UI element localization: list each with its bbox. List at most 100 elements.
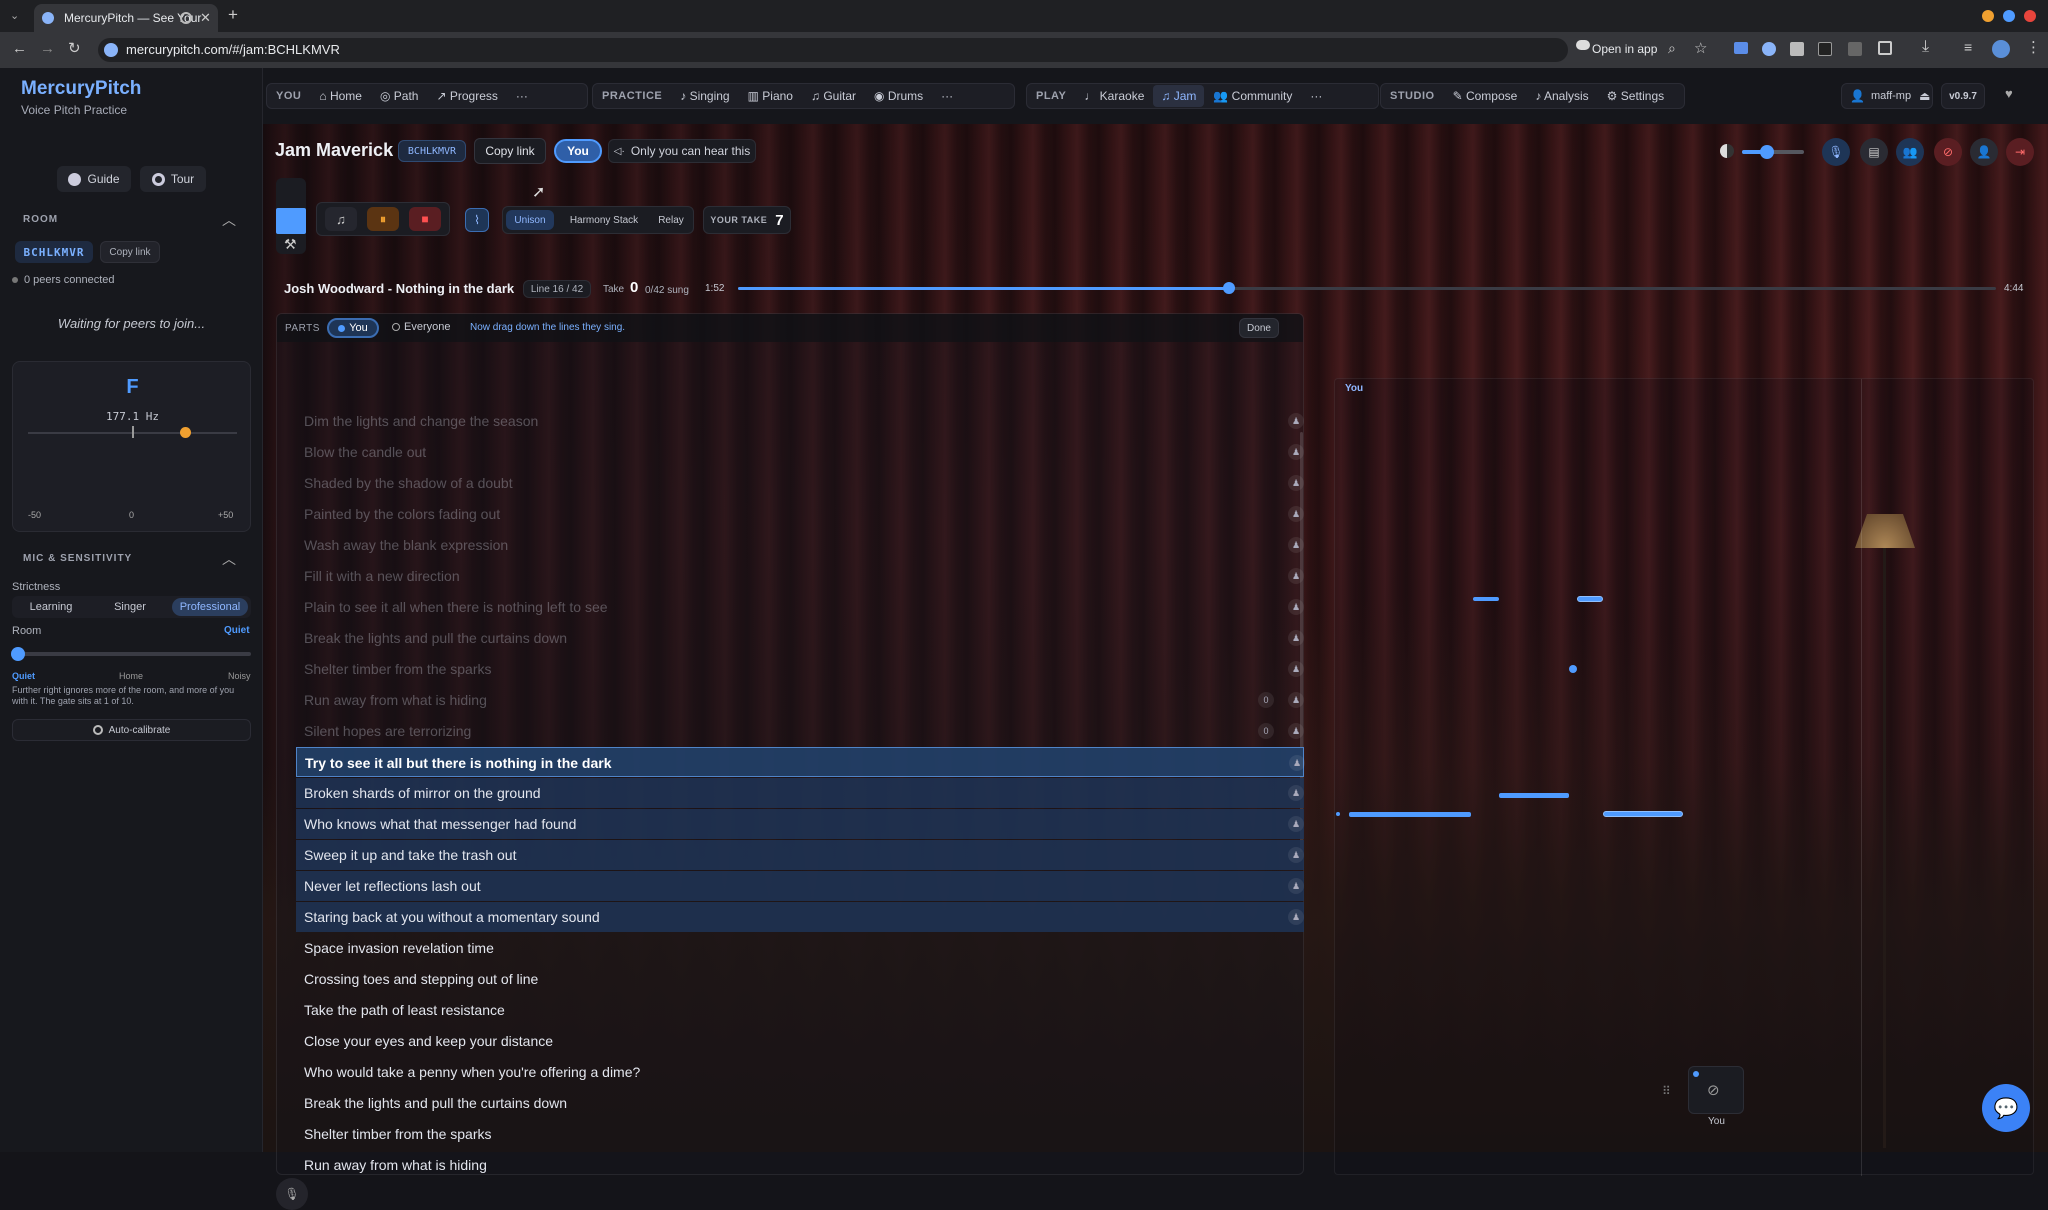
volume-thumb[interactable] <box>1760 145 1774 159</box>
nav-group-practice-head[interactable]: PRACTICE <box>593 90 671 102</box>
nav-group-studio-head[interactable]: STUDIO <box>1381 90 1444 102</box>
copy-link-button[interactable]: Copy link <box>474 138 546 164</box>
nav-guitar[interactable]: ♫ Guitar <box>802 89 865 103</box>
mic-button[interactable]: 🎙 <box>1822 138 1850 166</box>
open-in-app-icon[interactable] <box>1576 40 1590 50</box>
assign-singer-icon[interactable]: ♟ <box>1288 692 1304 708</box>
metronome-button[interactable]: ♫ <box>325 207 357 231</box>
address-bar[interactable]: mercurypitch.com/#/jam:BCHLKMVR <box>98 38 1568 62</box>
camera-off-button[interactable]: ⊘ <box>1934 138 1962 166</box>
lyric-line[interactable]: Never let reflections lash out ♟ <box>296 871 1304 901</box>
nav-more-play[interactable]: ··· <box>1301 89 1331 103</box>
nav-group-you-head[interactable]: YOU <box>267 90 310 102</box>
lyric-line[interactable]: Painted by the colors fading out ♟ <box>296 499 1304 529</box>
lyric-line-current[interactable]: Try to see it all but there is nothing i… <box>296 747 1305 777</box>
nav-settings[interactable]: ⚙ Settings <box>1598 89 1673 103</box>
room-noise-thumb[interactable] <box>11 647 25 661</box>
back-icon[interactable]: ← <box>12 40 27 57</box>
favorite-heart-icon[interactable]: ♥ <box>2005 86 2013 101</box>
nav-progress[interactable]: ↗ Progress <box>427 89 506 103</box>
lyric-line[interactable]: Plain to see it all when there is nothin… <box>296 592 1304 622</box>
assign-singer-icon[interactable]: ♟ <box>1288 909 1304 925</box>
lyric-line[interactable]: Take the path of least resistance <box>296 995 1304 1025</box>
chat-button[interactable]: 💬 <box>1982 1084 2030 1132</box>
assign-singer-icon[interactable]: ♟ <box>1289 755 1305 771</box>
parts-done-button[interactable]: Done <box>1239 318 1279 338</box>
assign-singer-icon[interactable]: ♟ <box>1288 568 1304 584</box>
room-noise-slider[interactable] <box>11 647 251 661</box>
open-in-app-button[interactable]: Open in app <box>1592 42 1657 56</box>
lyric-line[interactable]: Crossing toes and stepping out of line <box>296 964 1304 994</box>
profile-avatar-icon[interactable] <box>1992 40 2010 58</box>
mode-harmony-stack[interactable]: Harmony Stack <box>558 210 650 230</box>
assign-singer-icon[interactable]: ♟ <box>1288 413 1304 429</box>
lyrics-mic-button[interactable]: 🎙 <box>276 1178 308 1210</box>
lyric-line[interactable]: Broken shards of mirror on the ground ♟ <box>296 778 1304 808</box>
tab-close-icon[interactable]: ✕ <box>200 4 211 32</box>
strictness-learning[interactable]: Learning <box>14 598 88 616</box>
assign-singer-icon[interactable]: ♟ <box>1288 816 1304 832</box>
forward-icon[interactable]: → <box>40 40 55 57</box>
nav-home[interactable]: ⌂ Home <box>310 89 371 103</box>
logout-icon[interactable]: ⏏ <box>1915 89 1934 103</box>
reading-list-icon[interactable]: ≡ <box>1964 39 1972 55</box>
nav-more-you[interactable]: ··· <box>507 89 537 103</box>
assign-singer-icon[interactable]: ♟ <box>1288 599 1304 615</box>
extension-icon[interactable] <box>1848 42 1862 56</box>
mode-relay[interactable]: Relay <box>651 210 691 230</box>
seek-bar[interactable] <box>738 282 1996 294</box>
extension-icon[interactable] <box>1818 42 1832 56</box>
brand-title[interactable]: MercuryPitch <box>21 78 141 100</box>
lyric-line[interactable]: Dim the lights and change the season ♟ <box>296 406 1304 436</box>
extension-icon[interactable] <box>1734 42 1748 54</box>
lyric-line[interactable]: Fill it with a new direction ♟ <box>296 561 1304 591</box>
window-minimize-icon[interactable] <box>1982 10 1994 22</box>
lyric-line[interactable]: Blow the candle out ♟ <box>296 437 1304 467</box>
strictness-singer[interactable]: Singer <box>93 598 167 616</box>
assign-singer-icon[interactable]: ♟ <box>1288 847 1304 863</box>
guide-button[interactable]: Guide <box>57 166 131 192</box>
level-tool-icon[interactable]: ⚒ <box>284 236 297 253</box>
parts-you-toggle[interactable]: You <box>327 318 379 338</box>
assign-singer-icon[interactable]: ♟ <box>1288 723 1304 739</box>
assign-singer-icon[interactable]: ♟ <box>1288 661 1304 677</box>
lyric-line[interactable]: Shelter timber from the sparks <box>296 1119 1304 1149</box>
nav-community[interactable]: 👥 Community <box>1204 89 1301 103</box>
assign-singer-icon[interactable]: ♟ <box>1288 506 1304 522</box>
invite-user-button[interactable]: 👤 <box>1970 138 1998 166</box>
nav-piano[interactable]: ▥ Piano <box>739 89 802 103</box>
zoom-icon[interactable]: ⌕ <box>1668 40 1676 57</box>
assign-singer-icon[interactable]: ♟ <box>1288 878 1304 894</box>
download-icon[interactable]: ⤓ <box>1922 38 1929 56</box>
lyric-line[interactable]: Break the lights and pull the curtains d… <box>296 623 1304 653</box>
room-collapse-icon[interactable]: ︿ <box>222 210 236 230</box>
lyric-line[interactable]: Who would take a penny when you're offer… <box>296 1057 1304 1087</box>
browser-tab[interactable]: MercuryPitch — See Your ✕ <box>34 4 218 32</box>
assign-singer-icon[interactable]: ♟ <box>1288 785 1304 801</box>
lyric-line[interactable]: Close your eyes and keep your distance <box>296 1026 1304 1056</box>
nav-group-play-head[interactable]: PLAY <box>1027 90 1075 102</box>
nav-path[interactable]: ◎ Path <box>371 89 428 103</box>
assign-singer-icon[interactable]: ♟ <box>1288 444 1304 460</box>
lyric-line[interactable]: Who knows what that messenger had found ♟ <box>296 809 1304 839</box>
lyric-line[interactable]: Run away from what is hiding ♟ 0 <box>296 685 1304 715</box>
bookmark-star-icon[interactable]: ☆ <box>1694 39 1707 57</box>
extension-icon[interactable] <box>1790 42 1804 56</box>
tab-list-chevron-icon[interactable]: ⌄ <box>10 9 19 22</box>
contrast-icon[interactable] <box>1720 144 1734 158</box>
stop-button[interactable]: ■ <box>409 207 441 231</box>
peers-button[interactable]: 👥 <box>1896 138 1924 166</box>
extensions-puzzle-icon[interactable] <box>1878 41 1892 55</box>
sidebar-copy-link-button[interactable]: Copy link <box>100 241 160 263</box>
nav-drums[interactable]: ◉ Drums <box>865 89 932 103</box>
pitch-mode-button[interactable]: ⌇ <box>465 208 489 232</box>
lyric-line[interactable]: Sweep it up and take the trash out ♟ <box>296 840 1304 870</box>
lyric-line[interactable]: Shaded by the shadow of a doubt ♟ <box>296 468 1304 498</box>
tab-audio-icon[interactable] <box>180 12 192 24</box>
nav-singing[interactable]: ♪ Singing <box>671 89 738 103</box>
extension-icon[interactable] <box>1762 42 1776 56</box>
auto-calibrate-button[interactable]: Auto-calibrate <box>12 719 251 741</box>
lyric-line[interactable]: Silent hopes are terrorizing ♟ 0 <box>296 716 1304 746</box>
you-toggle-button[interactable]: You <box>554 139 602 163</box>
reload-icon[interactable]: ↻ <box>68 39 81 57</box>
